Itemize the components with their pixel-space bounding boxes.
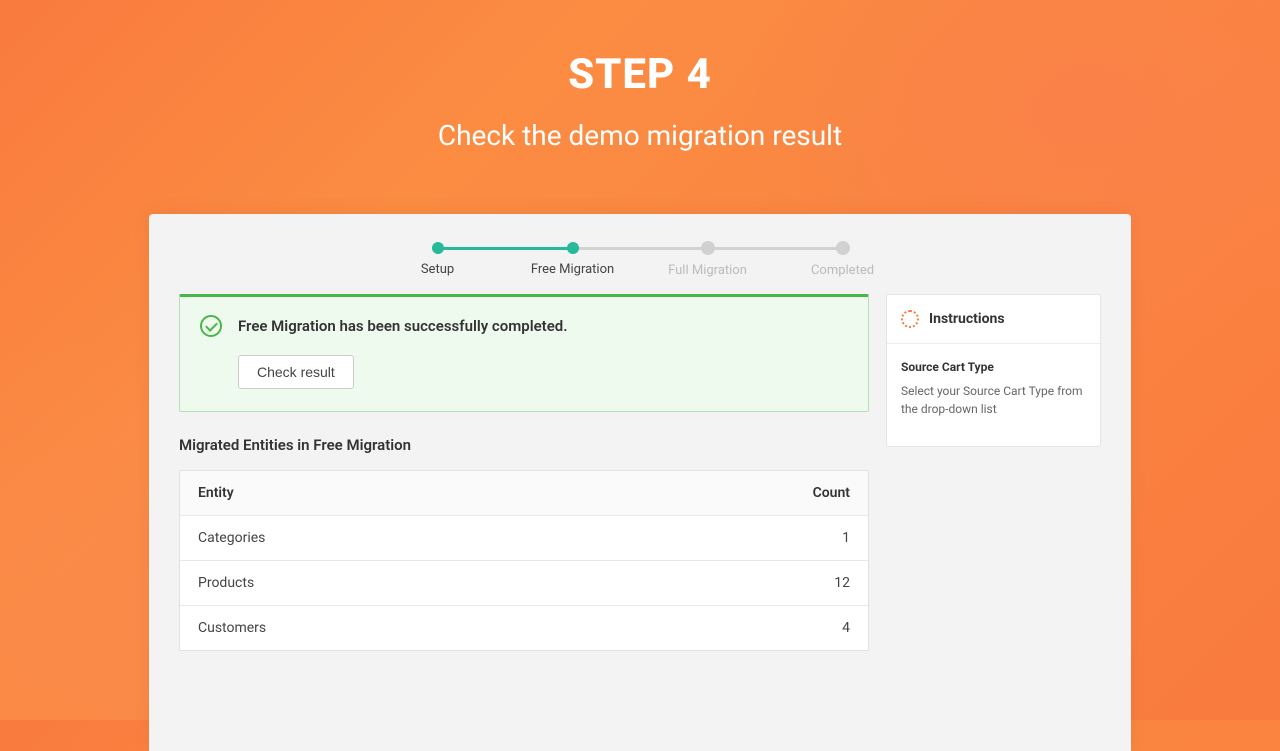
step-subtitle: Check the demo migration result bbox=[0, 119, 1280, 152]
step-dot-pending-icon bbox=[836, 241, 850, 255]
alert-message: Free Migration has been successfully com… bbox=[238, 317, 568, 335]
sidebar-body: Source Cart Type Select your Source Cart… bbox=[887, 344, 1100, 446]
entity-count: 4 bbox=[842, 620, 850, 636]
table-title: Migrated Entities in Free Migration bbox=[179, 436, 869, 454]
table-row: Categories 1 bbox=[180, 516, 868, 561]
instructions-sidebar: Instructions Source Cart Type Select you… bbox=[886, 294, 1101, 447]
check-result-button[interactable]: Check result bbox=[238, 355, 354, 389]
step-dot-current-icon bbox=[567, 242, 579, 254]
column-header-entity: Entity bbox=[198, 485, 234, 501]
entity-name: Customers bbox=[198, 620, 266, 636]
table-header-row: Entity Count bbox=[180, 471, 868, 516]
step-label: Completed bbox=[811, 263, 874, 278]
progress-stepper: Setup Free Migration Full Migration Comp… bbox=[149, 214, 1131, 294]
help-icon bbox=[901, 310, 919, 328]
sidebar-header: Instructions bbox=[887, 295, 1100, 344]
step-title: STEP 4 bbox=[0, 50, 1280, 99]
sidebar-title: Instructions bbox=[929, 311, 1005, 327]
main-column: Free Migration has been successfully com… bbox=[179, 294, 869, 651]
step-label: Free Migration bbox=[531, 262, 614, 277]
step-dot-done-icon bbox=[432, 242, 444, 254]
step-label: Full Migration bbox=[668, 263, 747, 278]
instructions-section-title: Source Cart Type bbox=[901, 360, 1086, 374]
step-dot-pending-icon bbox=[701, 241, 715, 255]
table-row: Customers 4 bbox=[180, 606, 868, 650]
entity-count: 12 bbox=[834, 575, 850, 591]
page-header: STEP 4 Check the demo migration result bbox=[0, 0, 1280, 152]
step-label: Setup bbox=[421, 262, 454, 277]
checkmark-circle-icon bbox=[200, 315, 222, 337]
entity-count: 1 bbox=[842, 530, 850, 546]
column-header-count: Count bbox=[813, 485, 850, 501]
success-alert: Free Migration has been successfully com… bbox=[179, 294, 869, 412]
main-panel: Setup Free Migration Full Migration Comp… bbox=[149, 214, 1131, 751]
entity-name: Categories bbox=[198, 530, 265, 546]
table-row: Products 12 bbox=[180, 561, 868, 606]
entity-name: Products bbox=[198, 575, 254, 591]
migrated-entities-table: Entity Count Categories 1 Products 12 Cu… bbox=[179, 470, 869, 651]
step-setup[interactable]: Setup bbox=[370, 242, 505, 277]
instructions-text: Select your Source Cart Type from the dr… bbox=[901, 382, 1086, 418]
